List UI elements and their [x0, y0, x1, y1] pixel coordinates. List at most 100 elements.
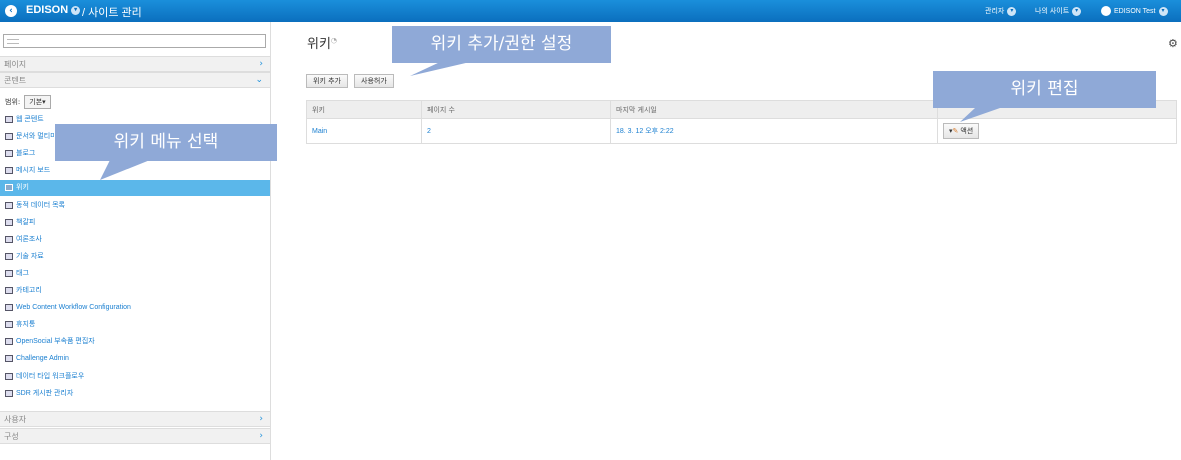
- page-header-title: / 사이트 관리: [82, 7, 142, 19]
- sidebar-item-label: OpenSocial 부속품 편집자: [16, 338, 95, 346]
- sidebar-item-label: 카테고리: [16, 287, 42, 294]
- panel-users[interactable]: 사용자 ›: [0, 411, 270, 427]
- sidebar-item-label: Web Content Workflow Configuration: [16, 304, 131, 312]
- chevron-right-icon: ›: [259, 59, 263, 69]
- wiki-icon: [5, 184, 13, 192]
- bookmark-icon: [5, 218, 13, 226]
- sidebar: 페이지 › 콘텐트 ⌄ 범위: 기본▾ 웹 콘텐트 문서와 멀티미디어 블로그 메시지 보드…: [0, 22, 271, 460]
- user-menu-label: EDISON Test: [1114, 7, 1156, 15]
- callout-wiki-menu-select: 위키 메뉴 선택: [55, 124, 277, 161]
- chevron-down-icon: ▾: [1007, 6, 1017, 16]
- sidebar-item-label: 웹 콘텐트: [16, 116, 44, 123]
- sidebar-item-label: 기술 자료: [16, 252, 44, 260]
- web-content-icon: [5, 116, 13, 123]
- callout-wiki-add-permission: 위키 추가/권한 설정: [392, 26, 611, 63]
- dynamic-data-list-icon: [5, 201, 13, 209]
- sidebar-item-challenge[interactable]: Challenge Admin: [0, 351, 270, 367]
- panel-pages-label: 페이지: [4, 60, 27, 69]
- data-type-workflow-icon: [5, 372, 13, 380]
- my-sites-menu[interactable]: 나의 사이트 ▾: [1035, 6, 1084, 16]
- trash-icon: [5, 321, 13, 329]
- sidebar-item-label: 위키: [16, 184, 29, 192]
- panel-users-label: 사용자: [4, 415, 27, 424]
- sidebar-item-trash[interactable]: 휴지통: [0, 317, 270, 333]
- sidebar-item-label: 데이터 타입 워크플로우: [16, 372, 85, 380]
- sidebar-item-tag[interactable]: 태그: [0, 266, 270, 282]
- knowledge-base-icon: [5, 252, 13, 260]
- workflow-icon: [5, 304, 13, 312]
- sidebar-item-bookmark[interactable]: 책갈피: [0, 215, 270, 231]
- opensocial-icon: [5, 338, 13, 346]
- sidebar-item-category[interactable]: 카테고리: [0, 283, 270, 299]
- page-title: 위키◔: [307, 33, 337, 52]
- actions-label: 액션: [960, 128, 974, 135]
- brand-label: EDISON: [26, 4, 69, 16]
- panel-content-label: 콘텐트: [4, 76, 27, 85]
- column-header-pages: 페이지 수: [421, 100, 611, 119]
- panel-pages[interactable]: 페이지 ›: [0, 56, 270, 72]
- sidebar-item-label: 동적 데이터 목록: [16, 201, 65, 209]
- admin-menu-label: 관리자: [985, 8, 1005, 15]
- panel-config-label: 구성: [4, 432, 19, 441]
- chevron-down-icon: ▾: [1072, 6, 1082, 16]
- wiki-last-post-link[interactable]: 18. 3. 12 오후 2:22: [610, 118, 938, 144]
- chevron-right-icon: ›: [259, 414, 263, 424]
- column-header-last-post: 마지막 게시일: [610, 100, 938, 119]
- sidebar-item-wiki[interactable]: 위키: [0, 180, 270, 197]
- chevron-down-icon: ⌄: [255, 75, 263, 85]
- actions-cell: ▾✎ 액션: [937, 118, 1177, 144]
- permissions-button[interactable]: 사용허가: [354, 74, 394, 88]
- sidebar-item-label: Challenge Admin: [16, 355, 69, 363]
- sidebar-item-label: 태그: [16, 269, 29, 277]
- wiki-page-count-link[interactable]: 2: [421, 118, 611, 144]
- scope-value: 기본: [29, 98, 43, 106]
- message-board-icon: [5, 167, 13, 175]
- brand[interactable]: EDISON ▾: [26, 4, 83, 16]
- user-menu[interactable]: EDISON Test ▾: [1101, 6, 1171, 16]
- sidebar-item-opensocial[interactable]: OpenSocial 부속품 편집자: [0, 334, 270, 350]
- sidebar-item-label: 책갈피: [16, 218, 36, 226]
- brand-caret-icon[interactable]: ▾: [71, 5, 81, 15]
- sidebar-item-sdr-board[interactable]: SDR 게시판 관리자: [0, 386, 270, 402]
- document-media-icon: [5, 133, 13, 141]
- poll-icon: [5, 235, 13, 243]
- scope-selector: 범위: 기본▾: [5, 95, 51, 109]
- tag-icon: [5, 269, 13, 277]
- callout-wiki-edit: 위키 편집: [933, 71, 1156, 108]
- gear-icon[interactable]: ⚙: [1168, 37, 1178, 50]
- panel-config[interactable]: 구성 ›: [0, 428, 270, 444]
- sdr-board-icon: [5, 389, 13, 397]
- scope-label: 범위:: [5, 98, 21, 106]
- sidebar-item-message-board[interactable]: 메시지 보드: [0, 163, 270, 179]
- callout-pointer-wiki-add: [410, 62, 470, 76]
- pencil-icon: ✎: [952, 128, 959, 135]
- page-title-text: 위키: [307, 37, 331, 52]
- chevron-down-icon: ▾: [1158, 6, 1168, 16]
- search-field-icon: [7, 39, 19, 44]
- top-bar: ‹ EDISON ▾ / 사이트 관리 관리자 ▾ 나의 사이트 ▾ EDISON T…: [0, 0, 1181, 22]
- wiki-name-link[interactable]: Main: [306, 118, 422, 144]
- sidebar-item-workflow[interactable]: Web Content Workflow Configuration: [0, 300, 270, 316]
- category-icon: [5, 287, 13, 294]
- sidebar-item-data-type-workflow[interactable]: 데이터 타입 워크플로우: [0, 369, 270, 385]
- chevron-right-icon: ›: [259, 431, 263, 441]
- back-icon[interactable]: ‹: [5, 5, 17, 17]
- admin-menu[interactable]: 관리자 ▾: [985, 6, 1019, 16]
- blog-icon: [5, 150, 13, 158]
- my-sites-menu-label: 나의 사이트: [1035, 8, 1070, 15]
- scope-dropdown[interactable]: 기본▾: [24, 95, 51, 109]
- avatar: [1101, 6, 1111, 16]
- table-row: Main 2 18. 3. 12 오후 2:22 ▾✎ 액션: [306, 118, 1177, 144]
- sidebar-item-label: 휴지통: [16, 321, 36, 329]
- sidebar-item-label: 블로그: [16, 150, 36, 158]
- sidebar-item-knowledge-base[interactable]: 기술 자료: [0, 249, 270, 265]
- actions-button[interactable]: ▾✎ 액션: [943, 123, 980, 139]
- help-icon[interactable]: ◔: [331, 37, 337, 45]
- sidebar-item-dynamic-data-list[interactable]: 동적 데이터 목록: [0, 198, 270, 214]
- sidebar-item-label: 메시지 보드: [16, 167, 51, 175]
- sidebar-item-poll[interactable]: 여론조사: [0, 232, 270, 248]
- sidebar-item-label: 여론조사: [16, 235, 42, 243]
- add-wiki-button[interactable]: 위키 추가: [306, 74, 348, 88]
- panel-content[interactable]: 콘텐트 ⌄: [0, 72, 270, 88]
- search-input[interactable]: [3, 34, 266, 48]
